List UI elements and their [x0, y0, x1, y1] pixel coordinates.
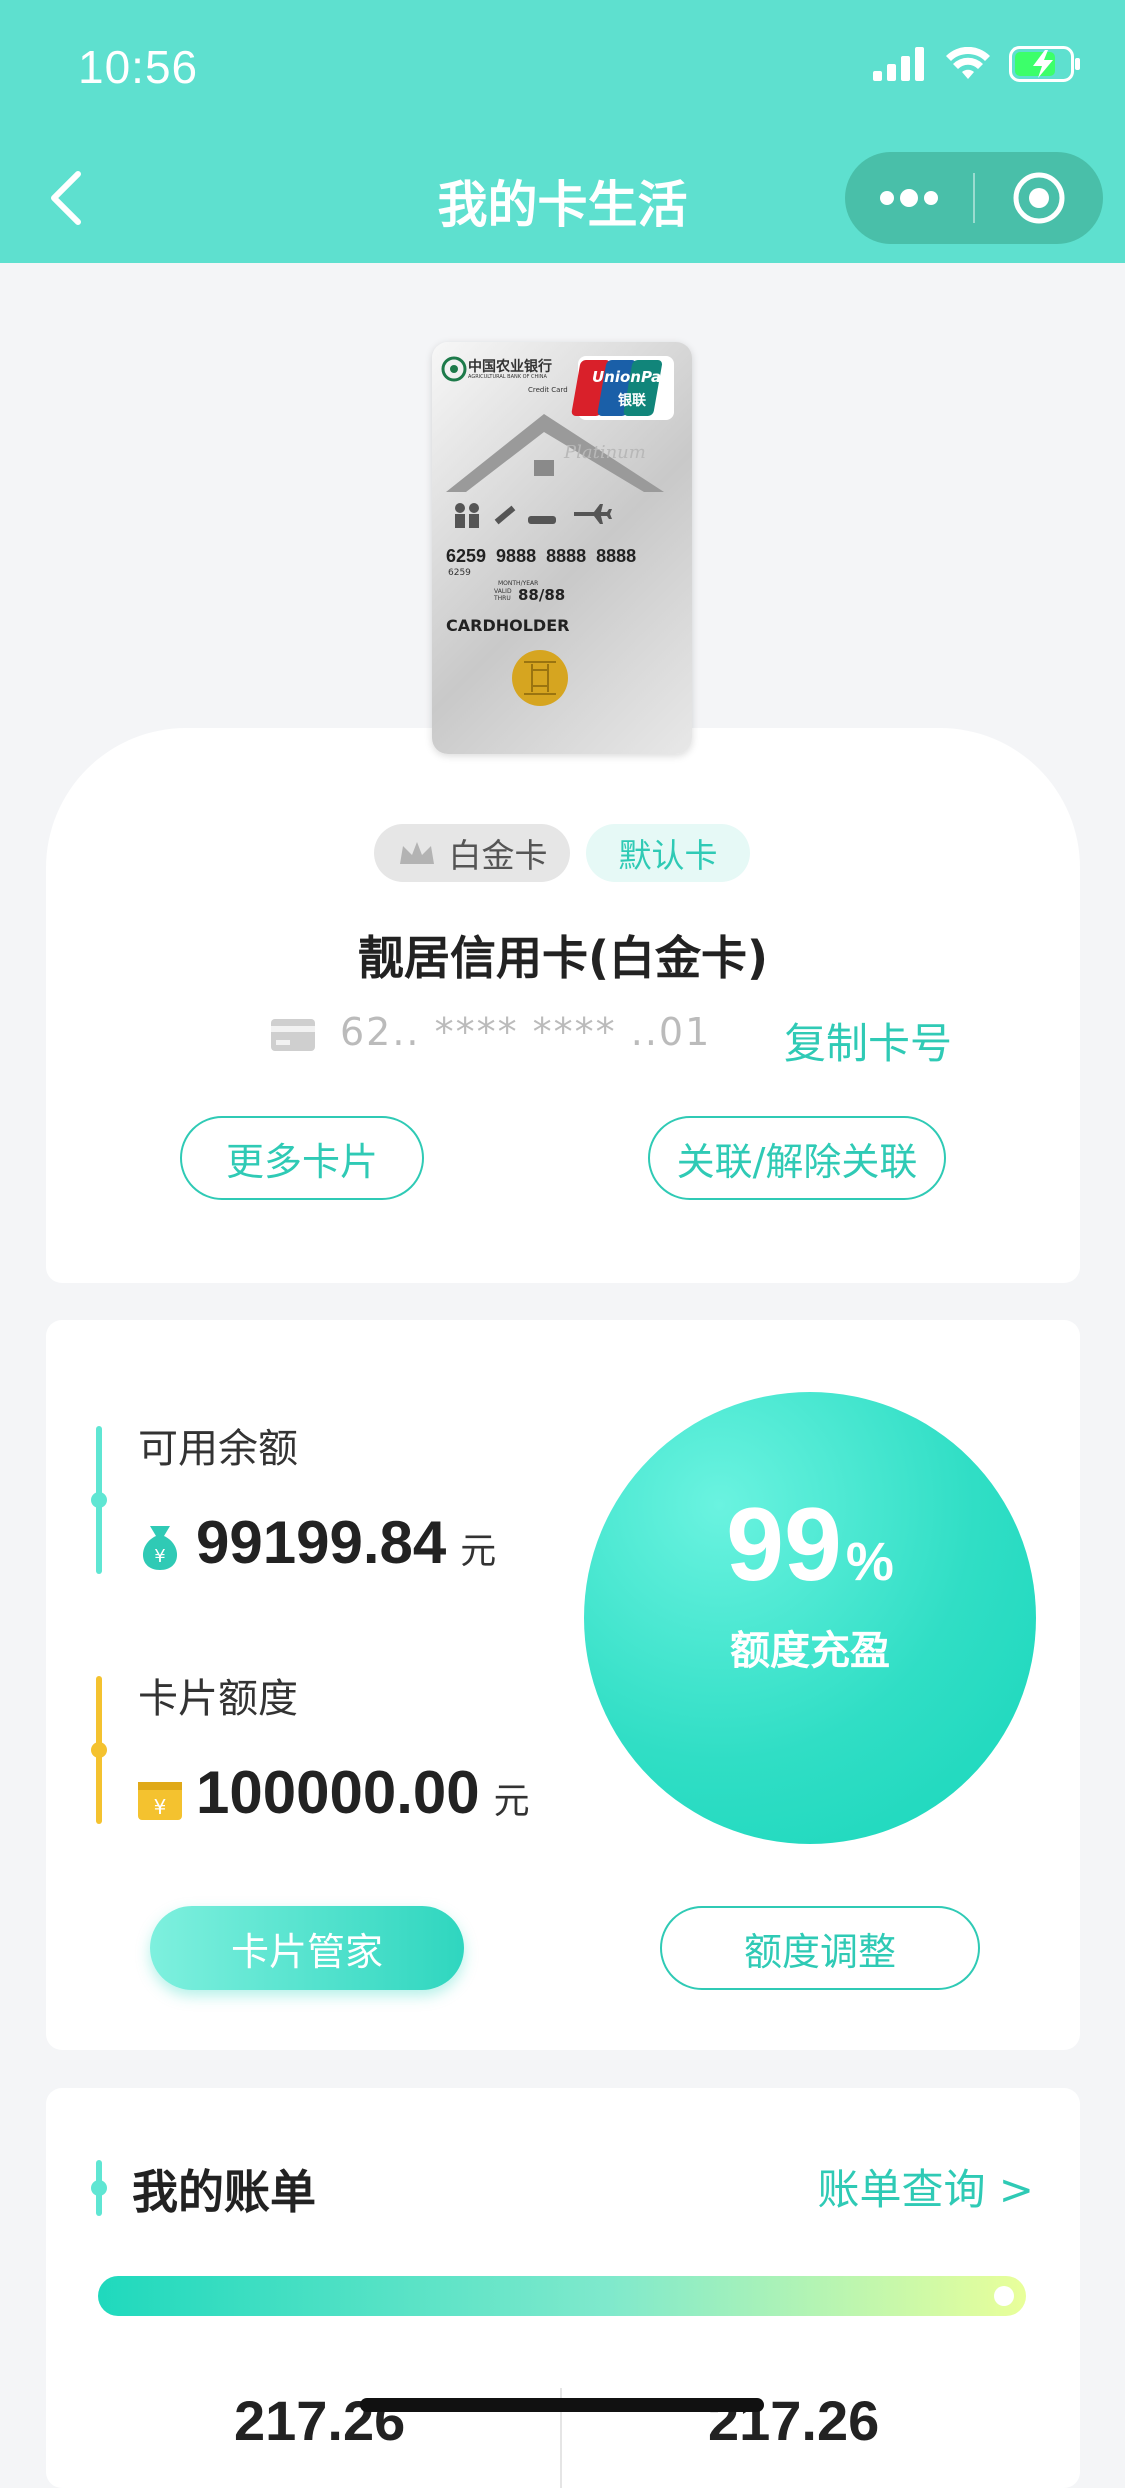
bill-progress-knob [994, 2286, 1014, 2306]
card-bank-name: 中国农业银行 [468, 359, 552, 375]
card-limit-label: 卡片额度 [138, 1676, 298, 1722]
credit-indicator-dot [91, 1742, 107, 1758]
limit-adjust-button[interactable]: 额度调整 [660, 1906, 980, 1990]
available-balance-amount: 99199.84 [196, 1509, 447, 1576]
signal-icon [873, 47, 924, 81]
card-unionpay-cn: 银联 [618, 393, 646, 409]
header-bar: 10:56 我的卡生活 [0, 0, 1125, 263]
card-icon [271, 1019, 315, 1051]
card-limit-amount: 100000.00 [196, 1759, 480, 1826]
bill-progress-bar [98, 2276, 1026, 2316]
card-limit-icon: ¥ [138, 1782, 182, 1820]
copy-card-number-link[interactable]: 复制卡号 [784, 1010, 952, 1071]
default-card-tag: 默认卡 [586, 824, 750, 882]
available-balance-unit: 元 [460, 1531, 497, 1572]
link-unlink-button[interactable]: 关联/解除关联 [648, 1116, 946, 1200]
limit-percent-circle: 99% 额度充盈 [584, 1392, 1036, 1844]
limit-percent-number: 99 [726, 1487, 842, 1603]
card-limit-unit: 元 [493, 1781, 530, 1822]
card-bank-name-en: AGRICULTURAL BANK OF CHINA [468, 374, 547, 380]
card-valid-label: VALID THRU [494, 588, 512, 602]
more-button[interactable] [845, 152, 973, 244]
card-number: 6259 9888 8888 8888 [446, 546, 637, 566]
status-time: 10:56 [78, 41, 199, 93]
money-bag-icon: ¥ [142, 1526, 178, 1570]
svg-text:¥: ¥ [154, 1546, 165, 1567]
close-mini-program-button[interactable] [975, 152, 1103, 244]
battery-charging-icon [1009, 46, 1080, 82]
more-cards-button[interactable]: 更多卡片 [180, 1116, 424, 1200]
credit-card-image[interactable]: 中国农业银行 AGRICULTURAL BANK OF CHINA Credit… [432, 342, 692, 754]
home-indicator [360, 2398, 764, 2412]
crown-icon [399, 842, 434, 864]
bills-title-dot [91, 2180, 107, 2196]
card-number-small: 6259 [448, 568, 471, 578]
card-limit-value: 100000.00 元 [196, 1758, 530, 1827]
platinum-tag: 白金卡 [374, 824, 570, 882]
svg-text:¥: ¥ [154, 1795, 167, 1819]
card-expiry: 88/88 [518, 586, 566, 604]
status-icons [873, 46, 1081, 82]
available-indicator-dot [91, 1492, 107, 1508]
limit-percent-value: 99% [584, 1486, 1036, 1605]
card-manager-button[interactable]: 卡片管家 [150, 1906, 464, 1990]
available-balance-label: 可用余额 [138, 1426, 298, 1472]
limit-percent-sign: % [845, 1532, 894, 1592]
bill-query-link[interactable]: 账单查询 > [817, 2156, 1034, 2217]
card-credit-card-text: Credit Card [528, 386, 568, 394]
card-holder: CARDHOLDER [446, 616, 570, 635]
available-balance-value: 99199.84 元 [196, 1508, 496, 1577]
bills-panel: 我的账单 账单查询 > 217.26 217.26 [46, 2088, 1080, 2488]
wifi-icon [946, 47, 990, 79]
card-name: 靓居信用卡(白金卡) [357, 931, 769, 985]
more-dots-icon [880, 189, 938, 207]
mini-program-capsule [845, 152, 1103, 244]
card-number-masked: 62.. **** **** ..01 [340, 1010, 712, 1054]
limit-percent-text: 额度充盈 [730, 1628, 890, 1674]
card-unionpay-logo: UnionPay [592, 368, 671, 386]
target-icon [1013, 172, 1065, 224]
platinum-tag-label: 白金卡 [448, 836, 548, 875]
bills-title: 我的账单 [132, 2165, 316, 2219]
card-platinum-text: Platinum [564, 442, 646, 463]
card-info-panel: 白金卡 默认卡 靓居信用卡(白金卡) 62.. **** **** ..01 复… [46, 728, 1080, 1283]
